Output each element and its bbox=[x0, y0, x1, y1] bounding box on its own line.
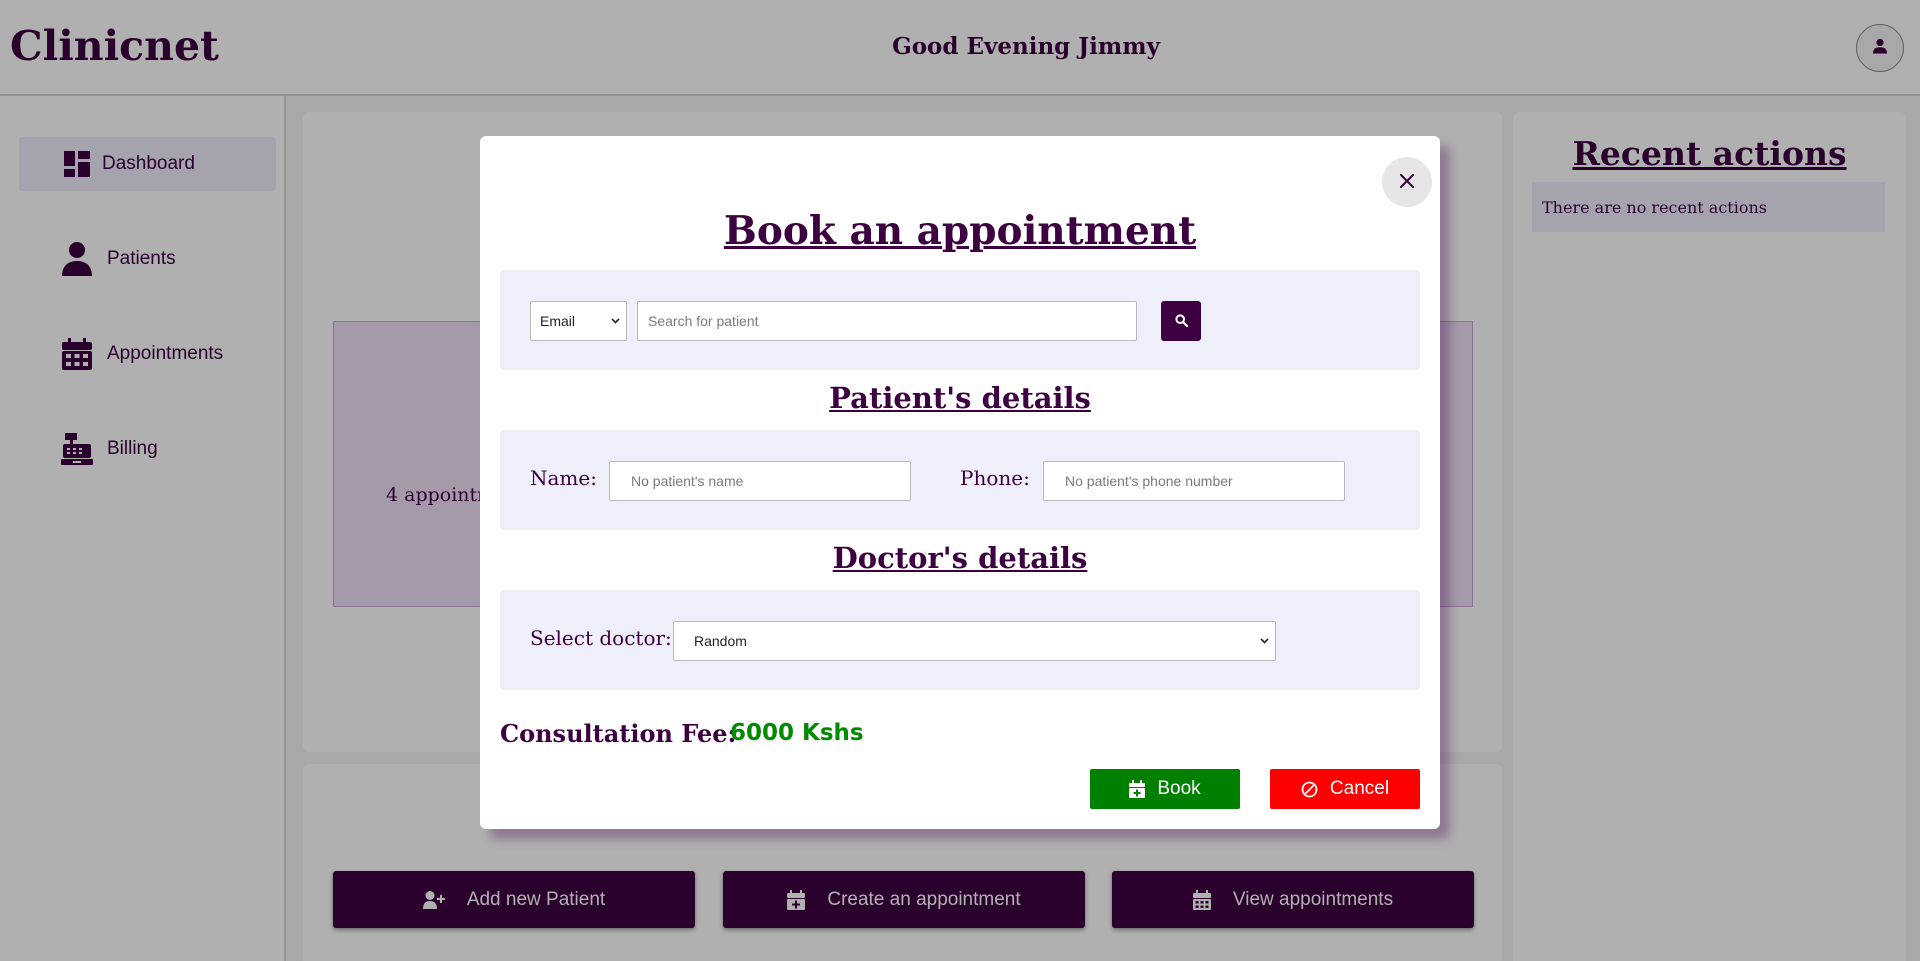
cancel-label: Cancel bbox=[1329, 778, 1390, 799]
cancel-button[interactable]: Cancel bbox=[1270, 769, 1420, 809]
patient-name-field[interactable]: No patient's name bbox=[609, 461, 911, 501]
calendar-plus-icon bbox=[1129, 780, 1146, 798]
patient-phone-placeholder: No patient's phone number bbox=[1065, 473, 1233, 489]
close-icon bbox=[1400, 173, 1414, 192]
search-type-value: Email bbox=[540, 313, 576, 329]
patient-search-panel: Email Search for patient bbox=[500, 270, 1420, 370]
patient-search-input[interactable]: Search for patient bbox=[637, 301, 1137, 341]
modal-title: Book an appointment bbox=[723, 208, 1197, 254]
search-icon bbox=[1174, 312, 1188, 331]
doctor-details-panel: Select doctor: Random bbox=[500, 590, 1420, 690]
doctor-select-value: Random bbox=[694, 633, 747, 649]
patient-details-title: Patient's details bbox=[829, 381, 1091, 415]
patient-phone-label: Phone: bbox=[960, 466, 1030, 490]
book-label: Book bbox=[1157, 778, 1201, 799]
doctor-select[interactable]: Random bbox=[673, 621, 1276, 661]
close-button[interactable] bbox=[1382, 157, 1432, 207]
select-doctor-label: Select doctor: bbox=[530, 626, 672, 650]
book-appointment-modal: Book an appointment Email Search for pat… bbox=[480, 136, 1440, 829]
patient-name-placeholder: No patient's name bbox=[631, 473, 744, 489]
patient-search-placeholder: Search for patient bbox=[648, 313, 759, 329]
patient-name-label: Name: bbox=[530, 466, 597, 490]
chevron-down-icon bbox=[1260, 638, 1269, 644]
patient-details-panel: Name: No patient's name Phone: No patien… bbox=[500, 430, 1420, 530]
book-button[interactable]: Book bbox=[1090, 769, 1240, 809]
ban-icon bbox=[1301, 781, 1318, 798]
search-type-select[interactable]: Email bbox=[530, 301, 627, 341]
consultation-fee-value: 6000 Kshs bbox=[730, 720, 864, 746]
chevron-down-icon bbox=[611, 318, 620, 324]
consultation-fee-label: Consultation Fee: bbox=[500, 719, 737, 748]
doctor-details-title: Doctor's details bbox=[832, 541, 1088, 575]
patient-phone-field[interactable]: No patient's phone number bbox=[1043, 461, 1345, 501]
search-button[interactable] bbox=[1161, 301, 1201, 341]
